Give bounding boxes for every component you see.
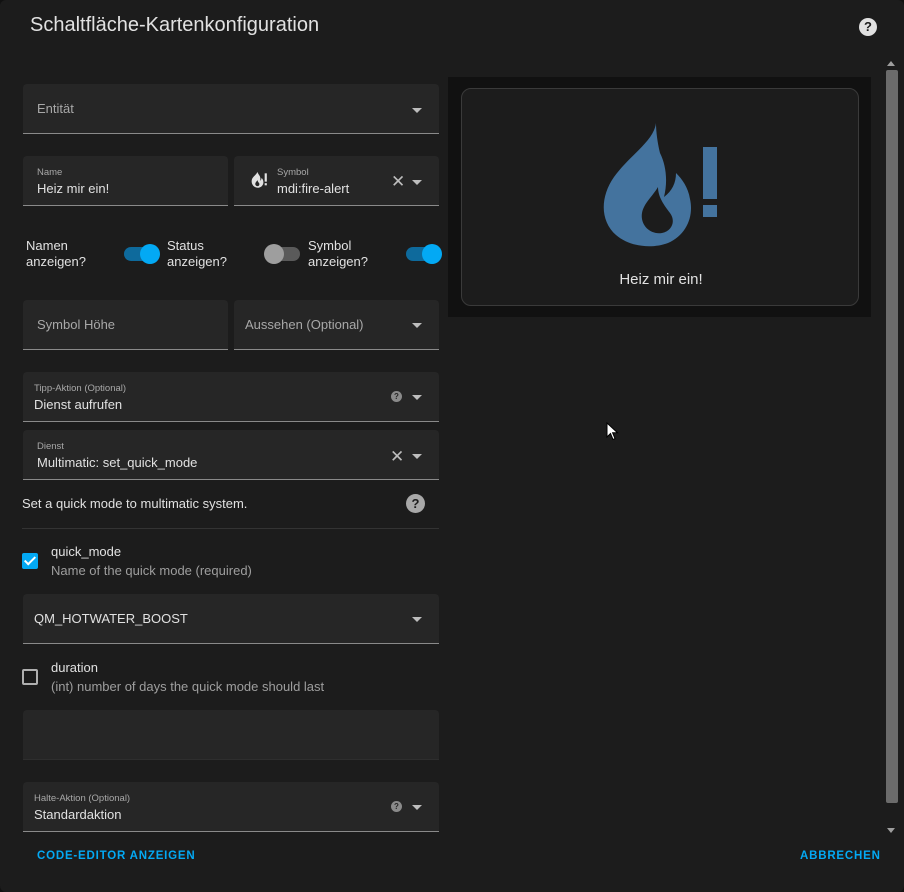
service-description: Set a quick mode to multimatic system. (22, 496, 248, 511)
appearance-select[interactable]: Aussehen (Optional) (234, 300, 439, 350)
quick-mode-description: Name of the quick mode (required) (51, 563, 252, 578)
card-name: Heiz mir ein! (619, 271, 703, 288)
clear-icon[interactable]: ✕ (390, 448, 404, 465)
entity-label: Entität (37, 101, 74, 116)
button-card-preview[interactable]: Heiz mir ein! (461, 88, 859, 306)
clear-icon[interactable]: ✕ (391, 173, 405, 190)
show-name-label: Namen anzeigen? (26, 238, 86, 269)
quick-mode-select[interactable]: QM_HOTWATER_BOOST (23, 594, 439, 644)
show-name-toggle[interactable] (124, 244, 160, 264)
dialog-title: Schaltfläche-Kartenkonfiguration (30, 14, 320, 36)
hold-action-select[interactable]: Halte-Aktion (Optional) Standardaktion ? (23, 782, 439, 832)
mouse-cursor-icon (606, 422, 619, 441)
tap-action-value: Dienst aufrufen (34, 397, 123, 412)
service-select[interactable]: Dienst Multimatic: set_quick_mode ✕ (23, 430, 439, 480)
quick-mode-checkbox[interactable] (22, 553, 38, 569)
card-config-dialog: Schaltfläche-Kartenkonfiguration ? Entit… (0, 0, 904, 892)
chevron-down-icon[interactable] (412, 805, 422, 810)
fire-alert-icon (603, 123, 717, 247)
help-icon[interactable]: ? (406, 494, 425, 513)
duration-description: (int) number of days the quick mode shou… (51, 679, 325, 694)
chevron-down-icon[interactable] (412, 454, 422, 459)
tap-action-select[interactable]: Tipp-Aktion (Optional) Dienst aufrufen ? (23, 372, 439, 422)
name-value: Heiz mir ein! (37, 181, 110, 196)
quick-mode-name: quick_mode (51, 544, 122, 559)
hold-action-label: Halte-Aktion (Optional) (34, 793, 131, 804)
chevron-down-icon[interactable] (412, 108, 422, 113)
hold-action-value: Standardaktion (34, 807, 122, 822)
show-state-label: Status anzeigen? (167, 238, 227, 269)
divider (22, 528, 439, 529)
duration-name: duration (51, 660, 98, 675)
icon-height-label: Symbol Höhe (37, 317, 116, 332)
chevron-down-icon[interactable] (412, 323, 422, 328)
show-state-toggle[interactable] (264, 244, 300, 264)
help-icon[interactable]: ? (859, 18, 877, 36)
duration-checkbox[interactable] (22, 669, 38, 685)
help-icon[interactable]: ? (391, 801, 402, 812)
cancel-button[interactable]: ABBRECHEN (800, 850, 881, 862)
duration-field[interactable] (23, 710, 439, 760)
scrollbar-thumb[interactable] (886, 70, 898, 803)
quick-mode-value: QM_HOTWATER_BOOST (34, 611, 188, 626)
icon-height-field[interactable]: Symbol Höhe (23, 300, 228, 350)
symbol-label: Symbol (277, 167, 309, 178)
service-label: Dienst (37, 441, 64, 452)
symbol-value: mdi:fire-alert (277, 181, 350, 196)
tap-action-label: Tipp-Aktion (Optional) (34, 383, 127, 394)
chevron-down-icon[interactable] (412, 180, 422, 185)
service-value: Multimatic: set_quick_mode (37, 455, 198, 470)
name-label: Name (37, 167, 63, 178)
name-field[interactable]: Name Heiz mir ein! (23, 156, 228, 206)
scroll-up-icon[interactable] (887, 61, 895, 66)
show-icon-toggle[interactable] (406, 244, 442, 264)
help-icon[interactable]: ? (391, 391, 402, 402)
chevron-down-icon[interactable] (412, 617, 422, 622)
symbol-field[interactable]: Symbol mdi:fire-alert ✕ (234, 156, 439, 206)
entity-select[interactable]: Entität (23, 84, 439, 134)
scroll-down-icon[interactable] (887, 828, 895, 833)
show-icon-label: Symbol anzeigen? (308, 238, 368, 269)
show-code-editor-button[interactable]: CODE-EDITOR ANZEIGEN (37, 850, 195, 862)
fire-alert-icon (251, 171, 267, 188)
appearance-label: Aussehen (Optional) (245, 317, 364, 332)
chevron-down-icon[interactable] (412, 395, 422, 400)
